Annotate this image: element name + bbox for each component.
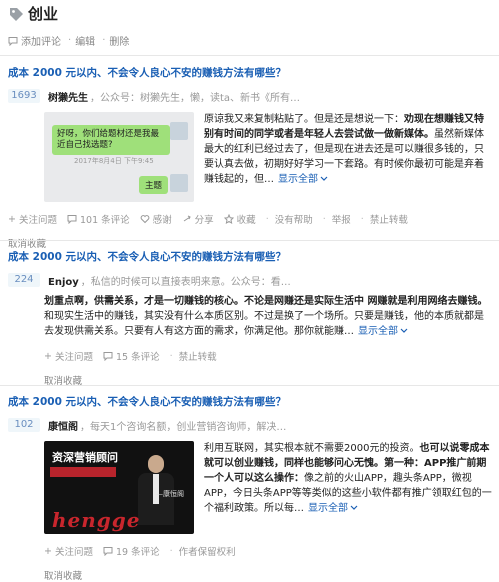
author-bio: ，私信的时候可以直接表明来意。公众号：看…: [80, 277, 291, 288]
answer-actions: + 关注问题 15 条评论 · 禁止转载: [44, 349, 493, 364]
author-bio: ，每天1个咨询名额，创业营销咨询师，解决…: [80, 422, 287, 433]
question-item: 成本 2000 元以内、不会令人良心不安的赚钱方法有哪些？ 1693 树獭先生，…: [8, 65, 493, 250]
follow-question-button[interactable]: + 关注问题: [44, 349, 93, 364]
answer-excerpt[interactable]: 原谅我又来复制粘贴了。但是还是想说一下：劝现在想赚钱又特别有时间的同学或者是年轻…: [204, 112, 493, 202]
author-name[interactable]: 树獭先生: [48, 93, 88, 104]
comment-icon: [103, 547, 113, 556]
topic-title: 创业: [8, 3, 493, 24]
topic-header: 创业 添加评论 · 编辑 · 删除: [8, 3, 493, 48]
comments-button[interactable]: 15 条评论: [103, 349, 160, 363]
comment-icon: [103, 352, 113, 361]
plus-icon: +: [44, 545, 52, 557]
excerpt-text: 原谅我又来复制粘贴了。但是还是想说一下：: [204, 114, 404, 125]
avatar: [170, 174, 188, 192]
chat-reply-bubble: 主题: [138, 176, 168, 194]
collection-page: 创业 添加评论 · 编辑 · 删除 成本 2000 元以内、不会令人良心不安的赚…: [0, 0, 499, 582]
cancel-collect-link[interactable]: 取消收藏: [8, 236, 493, 250]
copyright-label: 作者保留权利: [178, 547, 236, 558]
separator: ·: [169, 545, 173, 557]
star-icon: [223, 214, 234, 224]
excerpt-text: 和现实生活中的赚钱，其实没有什么本质区别。不过是换了一个场所。只要是赚钱，他的本…: [44, 311, 484, 337]
answer-actions: + 关注问题 101 条评论 感谢 分享 收藏 · 没有帮助 · 举报 · 禁止转…: [8, 212, 493, 227]
share-icon: [183, 215, 191, 222]
poster-banner: [50, 467, 116, 477]
tag-icon: [10, 7, 23, 21]
question-item: 成本 2000 元以内、不会令人良心不安的赚钱方法有哪些？ 224 Enjoy，…: [8, 249, 493, 387]
author-bio: ，公众号：树獭先生，懒，读ta、新书《所有…: [90, 93, 301, 104]
cancel-collect-link[interactable]: 取消收藏: [44, 568, 493, 582]
collect-button[interactable]: 收藏: [223, 212, 256, 226]
chevron-down-icon: [350, 505, 358, 510]
topic-title-text: 创业: [28, 5, 59, 23]
answer-header: 224 Enjoy ，私信的时候可以直接表明来意。公众号：看…: [8, 273, 493, 288]
separator: ·: [265, 213, 269, 225]
poster-brand: hengge: [52, 508, 141, 532]
answer-actions: + 关注问题 19 条评论 · 作者保留权利: [44, 544, 493, 559]
divider: [0, 240, 499, 241]
answer-header: 102 康恒阁 ，每天1个咨询名额，创业营销咨询师，解决…: [8, 418, 493, 433]
show-all-link[interactable]: 显示全部: [278, 174, 328, 185]
chevron-down-icon: [400, 328, 408, 333]
add-comment-link[interactable]: 添加评论: [21, 33, 61, 48]
excerpt-bold: 划重点啊，供需关系，才是一切赚钱的核心。不论是网赚还是实际生活中 网赚就是利用网…: [44, 296, 488, 307]
topic-actions: 添加评论 · 编辑 · 删除: [8, 33, 493, 48]
divider: [0, 55, 499, 56]
vote-count[interactable]: 102: [8, 418, 40, 432]
answer-body: 资深营销顾问 —康恒阁 hengge 利用互联网，其实根本就不需要2000元的投…: [44, 441, 493, 534]
chat-bubble: 好呀，你们给题材还是我最近自己找选题?: [52, 125, 170, 155]
chat-timestamp: 2017年8月4日 下午9:45: [74, 157, 154, 165]
separator: ·: [360, 213, 364, 225]
question-title[interactable]: 成本 2000 元以内、不会令人良心不安的赚钱方法有哪些？: [8, 249, 493, 264]
edit-link[interactable]: 编辑: [75, 33, 95, 48]
no-repost-label: 禁止转载: [178, 352, 217, 363]
author-line: 树獭先生 ，公众号：树獭先生，懒，读ta、新书《所有…: [48, 89, 300, 104]
answer-body: 好呀，你们给题材还是我最近自己找选题? 2017年8月4日 下午9:45 主题 …: [8, 112, 493, 202]
question-item: 成本 2000 元以内、不会令人良心不安的赚钱方法有哪些？ 102 康恒阁 ，每天…: [8, 394, 493, 582]
separator: ·: [102, 35, 106, 46]
author-name[interactable]: Enjoy: [48, 277, 79, 288]
answer-excerpt[interactable]: 划重点啊，供需关系，才是一切赚钱的核心。不论是网赚还是实际生活中 网赚就是利用网…: [44, 294, 493, 339]
report-button[interactable]: 举报: [332, 212, 351, 226]
excerpt-text: 利用互联网，其实根本就不需要2000元的投资。: [204, 443, 420, 454]
follow-question-button[interactable]: + 关注问题: [8, 212, 57, 227]
answer-thumbnail[interactable]: 好呀，你们给题材还是我最近自己找选题? 2017年8月4日 下午9:45 主题: [44, 112, 194, 202]
author-line: 康恒阁 ，每天1个咨询名额，创业营销咨询师，解决…: [48, 418, 286, 433]
separator: ·: [68, 35, 72, 46]
answer-excerpt[interactable]: 利用互联网，其实根本就不需要2000元的投资。也可以说零成本就可以创业赚钱，同样…: [204, 441, 493, 534]
author-line: Enjoy ，私信的时候可以直接表明来意。公众号：看…: [48, 273, 291, 288]
plus-icon: +: [8, 213, 16, 225]
comment-icon: [8, 36, 18, 46]
poster-title: 资深营销顾问: [52, 451, 118, 464]
share-button[interactable]: 分享: [182, 212, 214, 226]
vote-count[interactable]: 1693: [8, 89, 40, 103]
answer-thumbnail[interactable]: 资深营销顾问 —康恒阁 hengge: [44, 441, 194, 534]
heart-icon: [140, 215, 150, 224]
answer-header: 1693 树獭先生 ，公众号：树獭先生，懒，读ta、新书《所有…: [8, 89, 493, 104]
author-name[interactable]: 康恒阁: [48, 422, 78, 433]
comments-button[interactable]: 19 条评论: [103, 544, 160, 558]
chevron-down-icon: [320, 176, 328, 181]
separator: ·: [322, 213, 326, 225]
question-title[interactable]: 成本 2000 元以内、不会令人良心不安的赚钱方法有哪些？: [8, 65, 493, 80]
question-title[interactable]: 成本 2000 元以内、不会令人良心不安的赚钱方法有哪些？: [8, 394, 493, 409]
poster-signature: —康恒阁: [156, 490, 184, 498]
not-helpful-button[interactable]: 没有帮助: [275, 212, 313, 226]
avatar: [170, 122, 188, 140]
thank-button[interactable]: 感谢: [140, 212, 172, 226]
separator: ·: [169, 350, 173, 362]
show-all-link[interactable]: 显示全部: [308, 503, 358, 514]
vote-count[interactable]: 224: [8, 273, 40, 287]
delete-link[interactable]: 删除: [109, 33, 129, 48]
comment-icon: [67, 215, 77, 224]
show-all-link[interactable]: 显示全部: [358, 326, 408, 337]
comments-button[interactable]: 101 条评论: [67, 212, 130, 226]
plus-icon: +: [44, 350, 52, 362]
follow-question-button[interactable]: + 关注问题: [44, 544, 93, 559]
divider: [0, 385, 499, 386]
no-repost-label: 禁止转载: [369, 215, 408, 226]
